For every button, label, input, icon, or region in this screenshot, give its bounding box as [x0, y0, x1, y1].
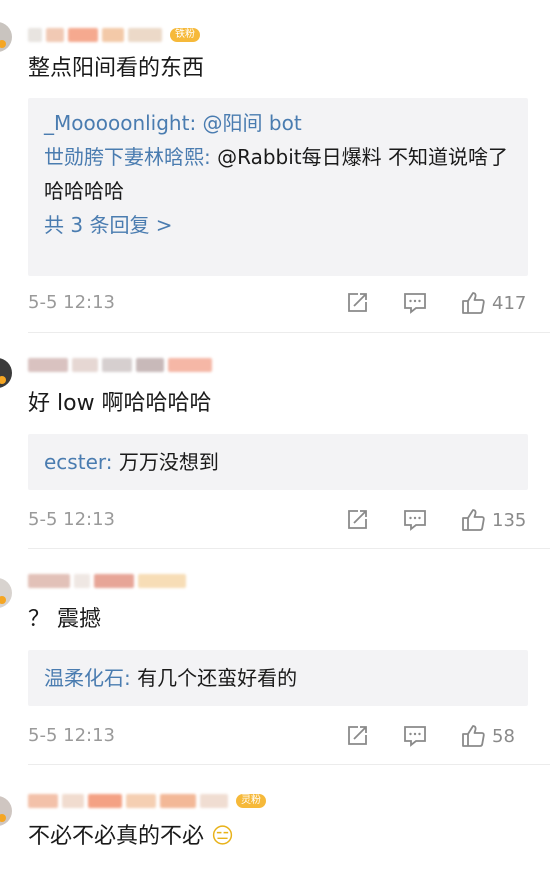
share-icon[interactable]	[344, 723, 370, 749]
reply-line[interactable]: ecster: 万万没想到	[28, 445, 528, 479]
avatar[interactable]	[0, 358, 12, 388]
comment-meta: 5-5 12:13 135	[28, 506, 528, 534]
action-bar: 58	[344, 722, 528, 750]
reply-box[interactable]: _Mooooonlight: @阳间 bot 世勋胯下妻林晗熙: @Rabbit…	[28, 98, 528, 276]
blurred-username	[136, 358, 164, 372]
blurred-username	[128, 28, 162, 42]
share-icon[interactable]	[344, 507, 370, 533]
username-row[interactable]	[28, 572, 190, 590]
username-row[interactable]: 铁粉	[28, 26, 200, 44]
blurred-username	[126, 794, 156, 808]
comment-meta: 5-5 12:13 58	[28, 722, 528, 750]
blurred-username	[62, 794, 84, 808]
blurred-username	[28, 794, 58, 808]
blurred-username	[102, 28, 124, 42]
divider	[28, 764, 550, 765]
comment-text: ？ 震撼	[28, 607, 101, 632]
comment-icon[interactable]	[402, 290, 428, 316]
comment-time: 5-5 12:13	[28, 509, 115, 530]
blurred-username	[28, 28, 42, 42]
reply-username[interactable]: 温柔化石:	[44, 666, 131, 690]
username-row[interactable]	[28, 356, 216, 374]
like-count: 135	[492, 509, 527, 531]
action-bar: 135	[344, 506, 528, 534]
comment-time: 5-5 12:13	[28, 725, 115, 746]
like-count: 417	[492, 292, 527, 314]
reply-line[interactable]: 温柔化石: 有几个还蛮好看的	[28, 661, 528, 695]
reply-username[interactable]: 世勋胯下妻林晗熙:	[44, 145, 211, 169]
like-count: 58	[492, 725, 515, 747]
thumbs-up-icon[interactable]	[460, 290, 486, 316]
comment-icon[interactable]	[402, 507, 428, 533]
thumbs-up-icon[interactable]	[460, 507, 486, 533]
blurred-username	[88, 794, 122, 808]
comment-text-content: 不必不必真的不必	[28, 824, 205, 849]
reply-username[interactable]: ecster:	[44, 450, 112, 474]
reply-mention[interactable]: @阳间 bot	[196, 111, 302, 135]
divider	[28, 548, 550, 549]
username-row[interactable]: 灵粉	[28, 792, 266, 810]
blurred-username	[102, 358, 132, 372]
blurred-username	[168, 358, 212, 372]
blurred-username	[28, 358, 68, 372]
comment-text: 整点阳间看的东西	[28, 56, 205, 81]
thumbs-up-icon[interactable]	[460, 723, 486, 749]
blurred-username	[160, 794, 196, 808]
reply-username[interactable]: _Mooooonlight:	[44, 111, 196, 135]
blurred-username	[74, 574, 90, 588]
comment-text: 不必不必真的不必 😑	[28, 822, 234, 852]
comment-time: 5-5 12:13	[28, 292, 115, 313]
blurred-username	[94, 574, 134, 588]
comment-text: 好 low 啊哈哈哈哈	[28, 391, 212, 416]
avatar[interactable]	[0, 22, 12, 52]
reply-box[interactable]: ecster: 万万没想到	[28, 434, 528, 490]
expressionless-face-icon: 😑	[211, 824, 234, 849]
blurred-username	[46, 28, 64, 42]
blurred-username	[200, 794, 228, 808]
reply-text: 万万没想到	[112, 450, 219, 474]
blurred-username	[138, 574, 186, 588]
more-replies-link[interactable]: 共 3 条回复 >	[28, 208, 528, 242]
reply-box[interactable]: 温柔化石: 有几个还蛮好看的	[28, 650, 528, 706]
blurred-username	[72, 358, 98, 372]
share-icon[interactable]	[344, 290, 370, 316]
reply-line[interactable]: 世勋胯下妻林晗熙: @Rabbit每日爆料 不知道说啥了哈哈哈哈	[28, 140, 528, 208]
fan-badge: 灵粉	[236, 794, 266, 808]
blurred-username	[68, 28, 98, 42]
fan-badge: 铁粉	[170, 28, 200, 42]
comment-icon[interactable]	[402, 723, 428, 749]
divider	[28, 332, 550, 333]
comment-meta: 5-5 12:13 417	[28, 289, 528, 317]
reply-text: 有几个还蛮好看的	[130, 666, 298, 690]
blurred-username	[28, 574, 70, 588]
reply-line[interactable]: _Mooooonlight: @阳间 bot	[28, 106, 528, 140]
avatar[interactable]	[0, 796, 12, 826]
action-bar: 417	[344, 289, 528, 317]
avatar[interactable]	[0, 578, 12, 608]
